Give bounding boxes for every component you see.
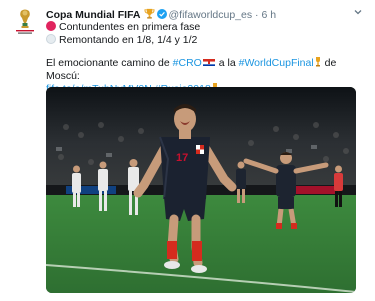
hashtag-worldcupfinal[interactable]: #WorldCupFinal	[239, 57, 314, 69]
tweet-timestamp[interactable]: 6 h	[261, 9, 276, 21]
trophy-emoji-icon	[315, 57, 320, 67]
hashtag-cro[interactable]: #CRO	[173, 57, 202, 69]
header-separator: ·	[255, 9, 259, 21]
list-item-text: Remontando en 1/8, 1/4 y 1/2	[59, 34, 198, 46]
tweet-card[interactable]: Copa Mundial FIFA @fifaworldcup_es · 6 h …	[0, 0, 375, 301]
tweet-header: Copa Mundial FIFA @fifaworldcup_es · 6 h	[46, 8, 349, 22]
white-circle-icon	[46, 34, 56, 44]
list-item-text: Contundentes en primera fase	[59, 21, 201, 33]
account-name[interactable]: Copa Mundial FIFA	[46, 9, 141, 21]
croatia-flag-icon	[202, 58, 215, 66]
account-avatar[interactable]	[12, 8, 38, 36]
player-celebration-image: 17	[46, 87, 356, 293]
trophy-icon	[143, 8, 155, 19]
account-handle[interactable]: @fifaworldcup_es	[169, 9, 253, 21]
svg-text:17: 17	[176, 152, 188, 164]
tweet-media-image[interactable]: 17	[46, 87, 356, 293]
world-cup-logo-icon	[16, 9, 34, 34]
tweet-text-segment: El emocionante camino de	[46, 57, 173, 69]
verified-badge-icon	[156, 9, 167, 19]
red-circle-icon	[46, 21, 56, 31]
list-item: Remontando en 1/8, 1/4 y 1/2	[46, 34, 197, 47]
tweet-text-segment: a la	[215, 57, 239, 69]
list-item: Contundentes en primera fase	[46, 21, 200, 34]
chevron-down-icon[interactable]	[353, 7, 363, 17]
